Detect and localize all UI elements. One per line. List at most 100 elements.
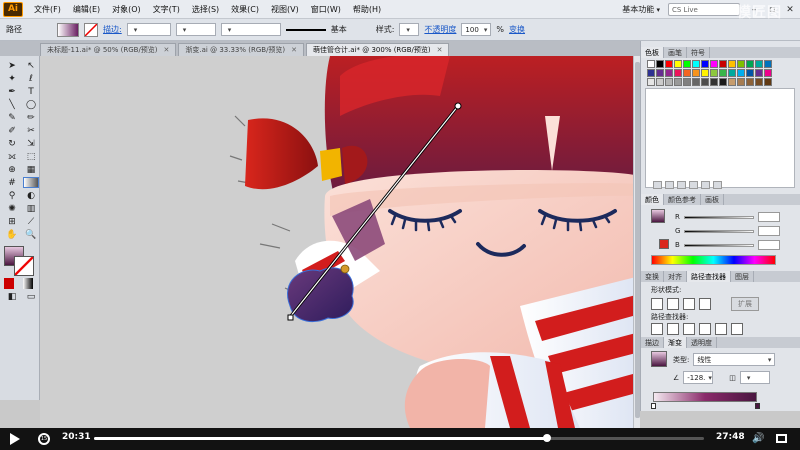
close-icon[interactable]: ✕ [782, 3, 798, 16]
variable-width-dropdown[interactable] [175, 23, 216, 36]
merge-icon[interactable] [683, 323, 695, 335]
color-swatch[interactable] [674, 69, 682, 77]
tab-color-guide[interactable]: 颜色参考 [664, 194, 701, 205]
gradient-stop-right[interactable] [755, 403, 760, 409]
menu-window[interactable]: 窗口(W) [305, 4, 347, 15]
color-swatch[interactable] [755, 60, 763, 68]
color-swatch[interactable] [647, 60, 655, 68]
gradient-start-handle[interactable] [287, 314, 294, 321]
exclude-icon[interactable] [699, 298, 711, 310]
gradient-mode-icon[interactable] [23, 278, 33, 289]
color-swatch[interactable] [746, 69, 754, 77]
selection-tool-icon[interactable]: ➤ [4, 60, 20, 71]
color-swatch[interactable] [728, 69, 736, 77]
color-swatch[interactable] [683, 78, 691, 86]
tab-stroke[interactable]: 描边 [641, 337, 664, 348]
stroke-color-box[interactable] [14, 256, 34, 276]
seek-knob[interactable] [542, 434, 551, 442]
tab-symbols[interactable]: 符号 [687, 47, 710, 58]
blob-brush-tool-icon[interactable]: ✐ [4, 125, 20, 136]
outline-icon[interactable] [715, 323, 727, 335]
trim-icon[interactable] [667, 323, 679, 335]
rotate-tool-icon[interactable]: ↻ [4, 138, 20, 149]
gradient-tool-icon[interactable] [23, 177, 39, 188]
tab-align[interactable]: 对齐 [664, 271, 687, 282]
tab-color[interactable]: 颜色 [641, 194, 664, 205]
color-swatch[interactable] [683, 60, 691, 68]
color-swatch[interactable] [710, 69, 718, 77]
transform-link[interactable]: 变换 [509, 24, 525, 35]
menu-file[interactable]: 文件(F) [28, 4, 67, 15]
g-slider[interactable] [684, 229, 755, 233]
r-value-field[interactable] [757, 212, 780, 222]
scale-tool-icon[interactable]: ⇲ [23, 138, 39, 149]
style-dropdown[interactable] [399, 23, 420, 36]
stroke-profile-label[interactable]: 基本 [331, 24, 347, 35]
magic-wand-tool-icon[interactable]: ✦ [4, 73, 20, 84]
ellipse-tool-icon[interactable]: ◯ [23, 99, 39, 110]
column-graph-tool-icon[interactable]: ▥ [23, 203, 39, 214]
expand-button[interactable]: 扩展 [731, 297, 759, 311]
color-swatch[interactable] [647, 78, 655, 86]
gradient-angle-field[interactable]: -128. [683, 371, 714, 384]
tab-swatches[interactable]: 色板 [641, 47, 664, 58]
color-swatch[interactable] [701, 78, 709, 86]
crop-icon[interactable] [699, 323, 711, 335]
tab-transparency[interactable]: 透明度 [687, 337, 717, 348]
color-swatch[interactable] [728, 60, 736, 68]
paintbrush-tool-icon[interactable]: ✎ [4, 112, 20, 123]
aspect-ratio-field[interactable] [739, 371, 770, 384]
color-swatch[interactable] [737, 60, 745, 68]
stroke-link[interactable]: 描边: [103, 24, 122, 35]
free-transform-tool-icon[interactable]: ⬚ [23, 151, 39, 162]
color-swatch[interactable] [665, 69, 673, 77]
symbol-sprayer-tool-icon[interactable]: ✺ [4, 203, 20, 214]
new-swatch-icon[interactable] [701, 181, 710, 189]
close-tab-icon[interactable]: ✕ [291, 46, 297, 54]
seek-bar[interactable] [94, 434, 704, 442]
color-swatch[interactable] [764, 60, 772, 68]
unite-icon[interactable] [651, 298, 663, 310]
color-swatch[interactable] [692, 78, 700, 86]
gradient-type-dropdown[interactable]: 线性 [693, 353, 776, 366]
r-slider[interactable] [683, 215, 754, 219]
opacity-link[interactable]: 不透明度 [424, 24, 456, 35]
gradient-end-handle[interactable] [454, 102, 462, 110]
hand-tool-icon[interactable]: ✋ [4, 229, 20, 240]
color-swatch[interactable] [710, 60, 718, 68]
color-spectrum[interactable] [651, 255, 776, 265]
artboard-tool-icon[interactable]: ⊞ [4, 216, 20, 227]
close-tab-icon[interactable]: ✕ [437, 46, 443, 54]
menu-type[interactable]: 文字(T) [147, 4, 186, 15]
gradient-slider[interactable] [653, 392, 757, 402]
opacity-field[interactable]: 100 [461, 23, 492, 36]
tab-artboards[interactable]: 画板 [701, 194, 724, 205]
gradient-stop-left[interactable] [651, 403, 656, 409]
b-slider[interactable] [683, 243, 754, 247]
color-swatch[interactable] [656, 60, 664, 68]
eraser-tool-icon[interactable]: ✂ [23, 125, 39, 136]
volume-icon[interactable]: 🔊 [752, 433, 764, 444]
color-swatch[interactable] [665, 78, 673, 86]
mesh-tool-icon[interactable]: # [4, 177, 20, 188]
menu-object[interactable]: 对象(O) [106, 4, 147, 15]
divide-icon[interactable] [651, 323, 663, 335]
color-swatch[interactable] [755, 69, 763, 77]
fullscreen-icon[interactable] [776, 434, 787, 443]
type-tool-icon[interactable]: T [23, 86, 39, 97]
draw-mode-icon[interactable]: ◧ [4, 291, 20, 302]
tab-brushes[interactable]: 画笔 [664, 47, 687, 58]
color-swatch[interactable] [764, 69, 772, 77]
gradient-preview-swatch[interactable] [651, 351, 667, 367]
menu-edit[interactable]: 编辑(E) [67, 4, 106, 15]
brush-dropdown[interactable] [220, 23, 281, 36]
direct-selection-tool-icon[interactable]: ↖ [23, 60, 39, 71]
close-tab-icon[interactable]: ✕ [164, 46, 170, 54]
color-mode-icon[interactable] [4, 278, 14, 289]
color-swatch[interactable] [737, 78, 745, 86]
blend-tool-icon[interactable]: ◐ [23, 190, 39, 201]
minus-back-icon[interactable] [731, 323, 743, 335]
color-swatch[interactable] [728, 78, 736, 86]
slice-tool-icon[interactable]: ⟋ [23, 216, 39, 227]
color-swatch[interactable] [656, 69, 664, 77]
